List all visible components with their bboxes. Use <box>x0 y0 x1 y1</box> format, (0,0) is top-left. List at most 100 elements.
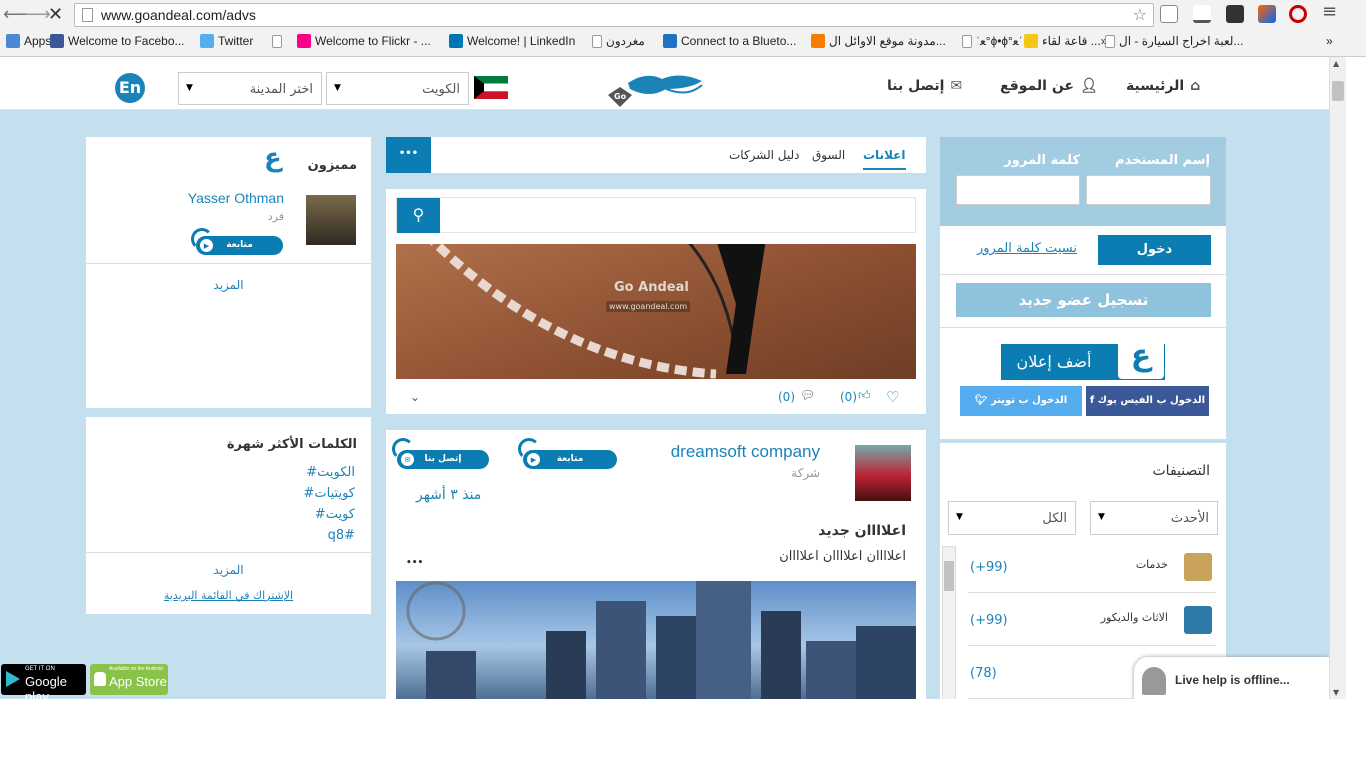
tab-ads[interactable]: اعلانات <box>863 148 906 170</box>
scroll-down-icon[interactable]: ▼ <box>1333 688 1339 697</box>
featured-more-link[interactable]: المزيد <box>86 278 371 292</box>
company-name[interactable]: dreamsoft company <box>671 442 820 462</box>
stop-icon[interactable]: ✕ <box>48 4 63 25</box>
google-play-label: Google play <box>25 674 67 699</box>
bookmark-item[interactable]: Welcome to Flickr - ... <box>297 30 431 52</box>
page-scroll-thumb[interactable] <box>1332 81 1344 101</box>
brush-extension-icon[interactable] <box>1258 5 1276 23</box>
follow-button[interactable]: ▶ متابعة <box>523 450 617 469</box>
nav-home[interactable]: ⌂ الرئيسية <box>1126 78 1200 94</box>
app-store-badge[interactable]: Available on the Android App Store <box>90 664 168 695</box>
live-help-widget[interactable]: Live help is offline... <box>1134 657 1329 699</box>
twitter-login-label: الدخول ب تويتر <box>990 395 1068 406</box>
cast-extension-icon[interactable] <box>1160 5 1178 23</box>
heart-icon[interactable]: ♡ <box>886 388 899 406</box>
bookmark-item[interactable]: Connect to a Blueto... <box>663 30 796 52</box>
contact-label: إتصل بنا <box>424 454 462 464</box>
site-logo[interactable]: Go <box>606 69 706 109</box>
google-play-badge[interactable]: GET IT ON Google play <box>1 664 86 699</box>
envelope-icon: ✉ <box>950 78 963 94</box>
forgot-password-link[interactable]: نسيت كلمة المرور <box>977 241 1077 256</box>
nav-about[interactable]: 👤︎ عن الموقع <box>1000 78 1098 94</box>
bookmarks-overflow-button[interactable]: » <box>1326 30 1333 52</box>
post-options-button[interactable]: ••• <box>406 558 423 568</box>
post-title[interactable]: اعلاااان جديد <box>818 523 906 539</box>
svg-text:Go: Go <box>614 92 627 101</box>
url-text: www.goandeal.com/advs <box>101 7 256 23</box>
keyword-link[interactable]: #كويتيات <box>304 486 355 501</box>
tab-directory[interactable]: دليل الشركات <box>729 148 800 162</box>
country-select[interactable]: الكويت ▼ <box>326 72 469 105</box>
twitter-login-button[interactable]: 🐦︎ الدخول ب تويتر <box>960 386 1082 416</box>
tabs-more-button[interactable]: ••• <box>386 137 431 173</box>
bookmark-item[interactable]: Apps <box>6 30 51 52</box>
register-button[interactable]: تسجيل عضو جديد <box>956 283 1211 317</box>
follow-button[interactable]: ▶ متابعة <box>196 236 283 255</box>
bookmark-label: مدونة موقع الاوائل ال... <box>829 34 946 48</box>
ad-image[interactable]: Go Andeal www.goandeal.com <box>396 244 916 379</box>
keyword-link[interactable]: #كويت <box>315 507 355 522</box>
filter-select[interactable]: الكل ▼ <box>948 501 1076 535</box>
bookmark-item[interactable]: Welcome! | LinkedIn <box>449 30 575 52</box>
keyword-link[interactable]: q8# <box>328 528 355 543</box>
person-icon <box>1142 667 1166 695</box>
category-scrollbar[interactable] <box>942 546 956 699</box>
category-row[interactable]: (+99) الاثاث والديكور <box>968 596 1216 646</box>
bookmark-item[interactable]: قاعة لقاء ...»» <box>1024 30 1114 52</box>
bookmark-item[interactable]: Welcome to Facebo... <box>50 30 185 52</box>
comments-count[interactable]: (0) <box>778 390 795 404</box>
search-button[interactable]: ⚲ <box>397 198 440 233</box>
bookmark-favicon-icon <box>297 34 311 48</box>
facebook-login-button[interactable]: f الدخول ب الفيس بوك <box>1086 386 1209 416</box>
address-bar[interactable]: www.goandeal.com/advs ☆ <box>74 3 1154 27</box>
password-input[interactable] <box>956 175 1080 205</box>
bookmark-item[interactable] <box>272 30 286 52</box>
tab-market[interactable]: السوق <box>812 148 845 162</box>
ad-card: ⚲ Go Andeal www.goandeal.com ⌄ ♡ (0) 👍︎ … <box>386 189 926 414</box>
counter-extension-icon[interactable] <box>1226 5 1244 23</box>
bookmark-item[interactable]: لعبة اخراج السيارة - ال... <box>1105 30 1243 52</box>
scroll-up-icon[interactable]: ▲ <box>1333 59 1339 68</box>
login-button[interactable]: دخول <box>1098 235 1211 265</box>
android-icon <box>94 672 106 686</box>
nav-contact[interactable]: ✉ إتصل بنا <box>887 78 962 94</box>
download-extension-icon[interactable] <box>1193 5 1211 23</box>
forward-icon[interactable]: ⟶ <box>25 4 51 25</box>
sort-select[interactable]: الأحدث ▼ <box>1090 501 1218 535</box>
bookmark-item[interactable]: Twitter <box>200 30 253 52</box>
likes-count[interactable]: (0) <box>840 390 857 404</box>
username-input[interactable] <box>1086 175 1211 205</box>
keywords-more-link[interactable]: المزيد <box>86 563 371 577</box>
featured-user-name[interactable]: Yasser Othman <box>188 190 284 206</box>
search-input[interactable] <box>441 198 915 232</box>
company-avatar[interactable] <box>855 445 911 501</box>
bookmark-favicon-icon <box>663 34 677 48</box>
featured-title: مميزون <box>307 158 357 173</box>
avatar[interactable] <box>306 195 356 245</box>
ad-image[interactable] <box>396 581 916 699</box>
keywords-title: الكلمات الأكثر شهرة <box>226 437 357 452</box>
bookmark-label: ʿﻌ°ɸ•ɸ°ﻌʿ <box>976 34 1023 48</box>
comment-icon: 💬︎ <box>800 388 816 402</box>
chevron-down-icon[interactable]: ⌄ <box>410 390 420 404</box>
bookmark-star-icon[interactable]: ☆ <box>1133 5 1147 24</box>
block-extension-icon[interactable] <box>1289 5 1307 23</box>
bookmark-label: لعبة اخراج السيارة - ال... <box>1119 34 1244 48</box>
live-help-status: Live help is offline... <box>1175 673 1290 687</box>
bookmark-item[interactable]: ʿﻌ°ɸ•ɸ°ﻌʿ <box>962 30 1023 52</box>
menu-icon[interactable]: ≡ <box>1322 3 1340 23</box>
bookmark-favicon-icon <box>200 34 214 48</box>
search-icon: ⚲ <box>412 205 425 224</box>
category-row[interactable]: (+99) خدمات <box>968 543 1216 593</box>
contact-button[interactable]: ✉ إتصل بنا <box>397 450 489 469</box>
bookmark-item[interactable]: مدونة موقع الاوائل ال... <box>811 30 946 52</box>
category-scroll-thumb[interactable] <box>944 561 954 591</box>
keyword-link[interactable]: #الكويت <box>306 465 355 480</box>
language-switch[interactable]: En <box>115 73 145 103</box>
city-select[interactable]: اختر المدينة ▼ <box>178 72 322 105</box>
brand-mark-icon: ع <box>264 143 282 173</box>
bookmark-item[interactable]: مغردون <box>592 30 645 52</box>
page-scrollbar[interactable]: ▲ ▼ <box>1329 57 1346 699</box>
dropdown-arrow-icon: ▼ <box>1098 512 1105 522</box>
newsletter-subscribe-link[interactable]: الإشتراك في القائمة البريدية <box>86 589 371 602</box>
